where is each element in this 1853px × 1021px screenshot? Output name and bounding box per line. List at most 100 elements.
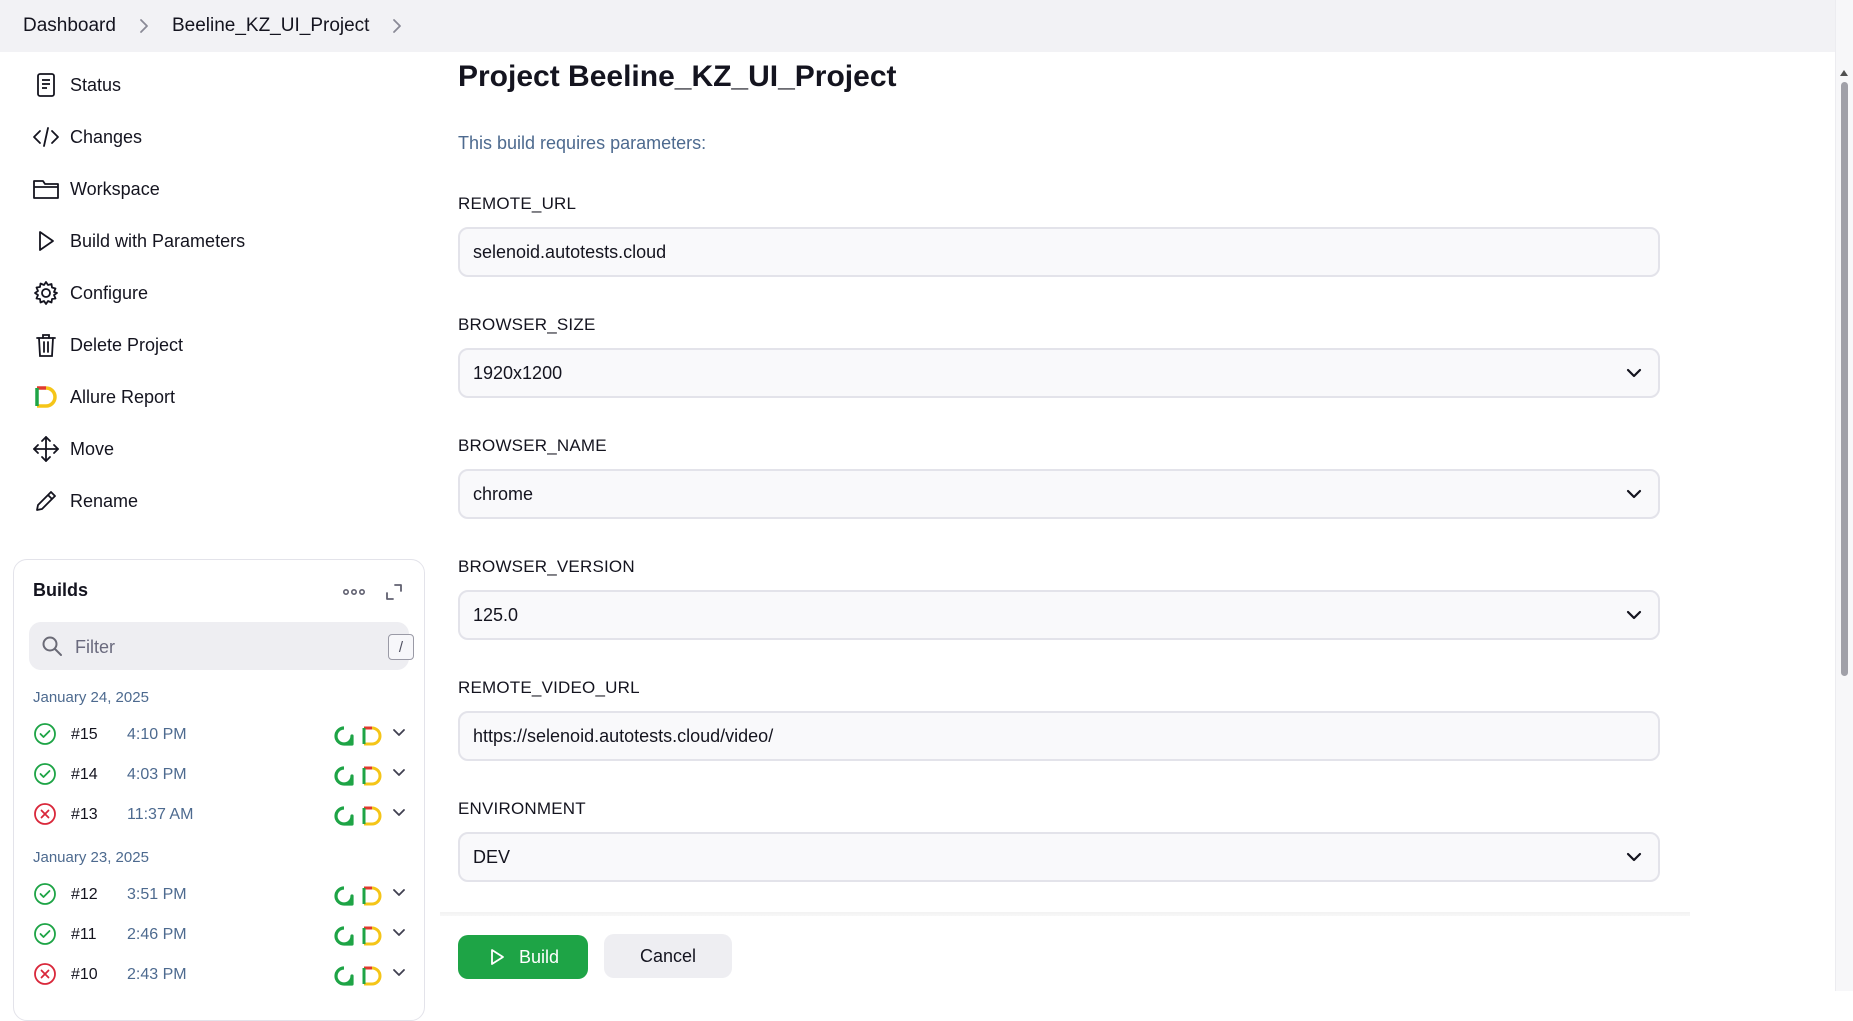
browser-version-select[interactable]: 125.0 xyxy=(458,590,1660,640)
sidebar-item-move[interactable]: Move xyxy=(30,429,420,469)
build-row[interactable]: #12 3:51 PM xyxy=(33,878,413,910)
param-field-remote-video-url[interactable] xyxy=(458,711,1660,761)
build-number[interactable]: #13 xyxy=(71,806,98,824)
allure-icon xyxy=(30,381,62,413)
breadcrumb-project[interactable]: Beeline_KZ_UI_Project xyxy=(172,15,370,37)
success-check-icon xyxy=(33,922,57,946)
sidebar-item-label: Configure xyxy=(70,282,149,303)
sidebar-item-label: Rename xyxy=(70,490,139,511)
allure-icon[interactable] xyxy=(361,925,383,947)
param-field-remote-url[interactable] xyxy=(458,227,1660,277)
build-number[interactable]: #12 xyxy=(71,886,98,904)
allure-icon[interactable] xyxy=(361,965,383,987)
chevron-right-icon[interactable] xyxy=(385,14,409,38)
allure-icon[interactable] xyxy=(361,805,383,827)
build-time[interactable]: 3:51 PM xyxy=(127,886,187,904)
builds-filter[interactable]: / xyxy=(29,622,414,670)
play-icon xyxy=(487,947,507,967)
browser-name-select[interactable]: chrome xyxy=(458,469,1660,519)
chevron-down-icon[interactable] xyxy=(389,882,409,902)
param-label-browser-version: BROWSER_VERSION xyxy=(458,557,635,576)
build-button[interactable]: Build xyxy=(458,935,588,979)
builds-date-heading: January 23, 2025 xyxy=(33,849,149,866)
build-row[interactable]: #11 2:46 PM xyxy=(33,918,413,950)
search-icon xyxy=(41,635,63,657)
build-number[interactable]: #10 xyxy=(71,966,98,984)
browser-size-select[interactable]: 1920x1200 xyxy=(458,348,1660,398)
scrollbar-thumb[interactable] xyxy=(1841,82,1848,676)
chevron-down-icon[interactable] xyxy=(389,922,409,942)
build-row[interactable]: #13 11:37 AM xyxy=(33,798,413,830)
console-output-icon[interactable] xyxy=(333,885,355,907)
sidebar-item-allure-report[interactable]: Allure Report xyxy=(30,377,420,417)
sidebar-item-label: Build with Parameters xyxy=(70,230,246,251)
breadcrumb-dashboard[interactable]: Dashboard xyxy=(23,15,116,37)
sidebar-item-label: Changes xyxy=(70,126,143,147)
param-label-environment: ENVIRONMENT xyxy=(458,799,586,818)
sidebar-item-status[interactable]: Status xyxy=(30,65,420,105)
move-icon xyxy=(30,433,62,465)
sidebar-item-workspace[interactable]: Workspace xyxy=(30,169,420,209)
sidebar-item-configure[interactable]: Configure xyxy=(30,273,420,313)
param-label-remote-url: REMOTE_URL xyxy=(458,194,577,213)
build-time[interactable]: 4:03 PM xyxy=(127,766,187,784)
top-bar: Dashboard Beeline_KZ_UI_Project xyxy=(0,0,1835,52)
console-output-icon[interactable] xyxy=(333,925,355,947)
build-row[interactable]: #14 4:03 PM xyxy=(33,758,413,790)
scroll-up-arrow-icon[interactable] xyxy=(1838,66,1850,78)
filter-input[interactable] xyxy=(73,632,357,662)
expand-icon[interactable] xyxy=(382,580,406,604)
build-button-label: Build xyxy=(518,946,560,967)
build-time[interactable]: 4:10 PM xyxy=(127,726,187,744)
select-value: 125.0 xyxy=(473,604,519,625)
param-label-browser-size: BROWSER_SIZE xyxy=(458,315,596,334)
document-icon xyxy=(30,69,62,101)
sidebar-item-label: Move xyxy=(70,438,115,459)
sidebar-item-rename[interactable]: Rename xyxy=(30,481,420,521)
trash-icon xyxy=(30,329,62,361)
success-check-icon xyxy=(33,722,57,746)
remote-video-url-input[interactable] xyxy=(460,713,1658,759)
chevron-down-icon[interactable] xyxy=(389,962,409,982)
select-value: DEV xyxy=(473,846,511,867)
console-output-icon[interactable] xyxy=(333,765,355,787)
chevron-right-icon xyxy=(132,14,156,38)
cancel-button-label: Cancel xyxy=(639,945,697,966)
success-check-icon xyxy=(33,762,57,786)
sidebar-item-delete-project[interactable]: Delete Project xyxy=(30,325,420,365)
allure-icon[interactable] xyxy=(361,885,383,907)
page-title: Project Beeline_KZ_UI_Project xyxy=(458,60,897,93)
sidebar-item-label: Status xyxy=(70,74,122,95)
build-number[interactable]: #14 xyxy=(71,766,98,784)
remote-url-input[interactable] xyxy=(460,229,1658,275)
select-value: 1920x1200 xyxy=(473,362,563,383)
chevron-down-icon[interactable] xyxy=(389,802,409,822)
build-time[interactable]: 2:43 PM xyxy=(127,966,187,984)
chevron-down-icon[interactable] xyxy=(389,762,409,782)
sidebar-item-build-with-parameters[interactable]: Build with Parameters xyxy=(30,221,420,261)
allure-icon[interactable] xyxy=(361,725,383,747)
sidebar-item-label: Allure Report xyxy=(70,386,176,407)
more-options-icon[interactable] xyxy=(339,580,369,604)
code-icon xyxy=(30,121,62,153)
chevron-down-icon[interactable] xyxy=(389,722,409,742)
cancel-button[interactable]: Cancel xyxy=(604,934,732,978)
allure-icon[interactable] xyxy=(361,765,383,787)
build-row[interactable]: #15 4:10 PM xyxy=(33,718,413,750)
sidebar-item-label: Workspace xyxy=(70,178,160,199)
builds-panel: Builds / January 24, 2025 #15 4:10 PM xyxy=(13,559,425,1021)
build-time[interactable]: 11:37 AM xyxy=(127,806,193,824)
failed-x-icon xyxy=(33,802,57,826)
console-output-icon[interactable] xyxy=(333,805,355,827)
build-number[interactable]: #15 xyxy=(71,726,98,744)
build-number[interactable]: #11 xyxy=(71,926,97,944)
page-description: This build requires parameters: xyxy=(458,133,707,153)
sidebar-item-changes[interactable]: Changes xyxy=(30,117,420,157)
chevron-down-icon xyxy=(1622,361,1646,385)
console-output-icon[interactable] xyxy=(333,725,355,747)
build-time[interactable]: 2:46 PM xyxy=(127,926,187,944)
keyboard-shortcut-badge: / xyxy=(388,634,414,660)
environment-select[interactable]: DEV xyxy=(458,832,1660,882)
console-output-icon[interactable] xyxy=(333,965,355,987)
build-row[interactable]: #10 2:43 PM xyxy=(33,958,413,990)
